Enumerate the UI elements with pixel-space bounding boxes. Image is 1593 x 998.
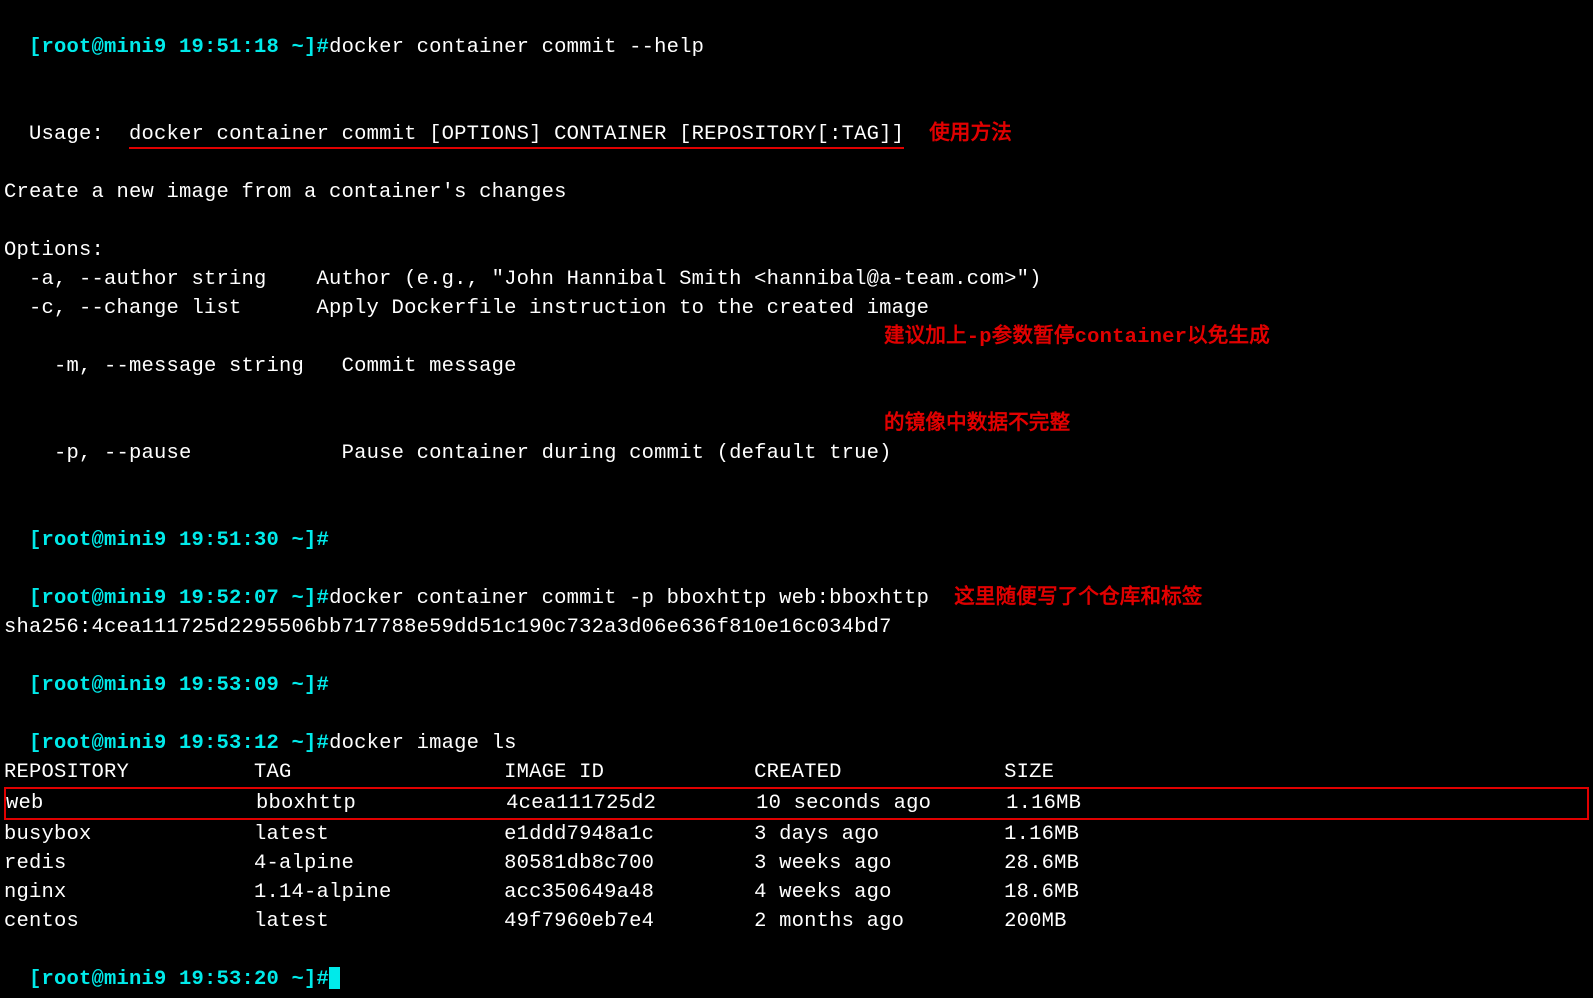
option-p: -p, --pause Pause container during commi… — [4, 410, 1589, 497]
sha-line: sha256:4cea111725d2295506bb717788e59dd51… — [4, 613, 1589, 642]
annotation-usage: 使用方法 — [929, 123, 1012, 146]
prompt: [root@mini9 19:53:09 ~]# — [29, 674, 329, 697]
prompt: [root@mini9 19:51:30 ~]# — [29, 529, 329, 552]
annotation-pause-2: 的镜像中数据不完整 — [884, 410, 1070, 439]
terminal-line[interactable]: [root@mini9 19:52:07 ~]#docker container… — [4, 555, 1589, 613]
terminal-line[interactable]: [root@mini9 19:51:30 ~]# — [4, 497, 1589, 555]
command: docker container commit -p bboxhttp web:… — [329, 587, 929, 610]
table-row: centos latest 49f7960eb7e4 2 months ago … — [4, 907, 1589, 936]
option-a: -a, --author string Author (e.g., "John … — [4, 265, 1589, 294]
table-row-highlighted: web bboxhttp 4cea111725d2 10 seconds ago… — [4, 787, 1589, 820]
terminal-line[interactable]: [root@mini9 19:53:09 ~]# — [4, 642, 1589, 700]
cursor-icon — [329, 967, 340, 989]
blank-line — [4, 62, 1589, 91]
usage-line: Usage: docker container commit [OPTIONS]… — [4, 91, 1589, 149]
usage-label: Usage: — [29, 123, 129, 146]
option-c: -c, --change list Apply Dockerfile instr… — [4, 294, 1589, 323]
table-row: busybox latest e1ddd7948a1c 3 days ago 1… — [4, 820, 1589, 849]
prompt: [root@mini9 19:53:20 ~]# — [29, 968, 329, 991]
table-row: redis 4-alpine 80581db8c700 3 weeks ago … — [4, 849, 1589, 878]
blank-line — [4, 149, 1589, 178]
terminal-line[interactable]: [root@mini9 19:51:18 ~]#docker container… — [4, 4, 1589, 62]
table-header: REPOSITORY TAG IMAGE ID CREATED SIZE — [4, 758, 1589, 787]
blank-line — [4, 207, 1589, 236]
table-row: nginx 1.14-alpine acc350649a48 4 weeks a… — [4, 878, 1589, 907]
prompt: [root@mini9 19:52:07 ~]# — [29, 587, 329, 610]
usage-text: docker container commit [OPTIONS] CONTAI… — [129, 123, 904, 149]
prompt: [root@mini9 19:53:12 ~]# — [29, 732, 329, 755]
terminal-line[interactable]: [root@mini9 19:53:20 ~]# — [4, 936, 1589, 994]
terminal-line[interactable]: [root@mini9 19:53:12 ~]#docker image ls — [4, 700, 1589, 758]
command: docker image ls — [329, 732, 517, 755]
command: docker container commit --help — [329, 36, 704, 59]
annotation-commit: 这里随便写了个仓库和标签 — [954, 587, 1202, 610]
annotation-pause-1: 建议加上-p参数暂停container以免生成 — [884, 323, 1270, 352]
option-m: -m, --message string Commit message 建议加上… — [4, 323, 1589, 410]
prompt: [root@mini9 19:51:18 ~]# — [29, 36, 329, 59]
desc-line: Create a new image from a container's ch… — [4, 178, 1589, 207]
options-label: Options: — [4, 236, 1589, 265]
